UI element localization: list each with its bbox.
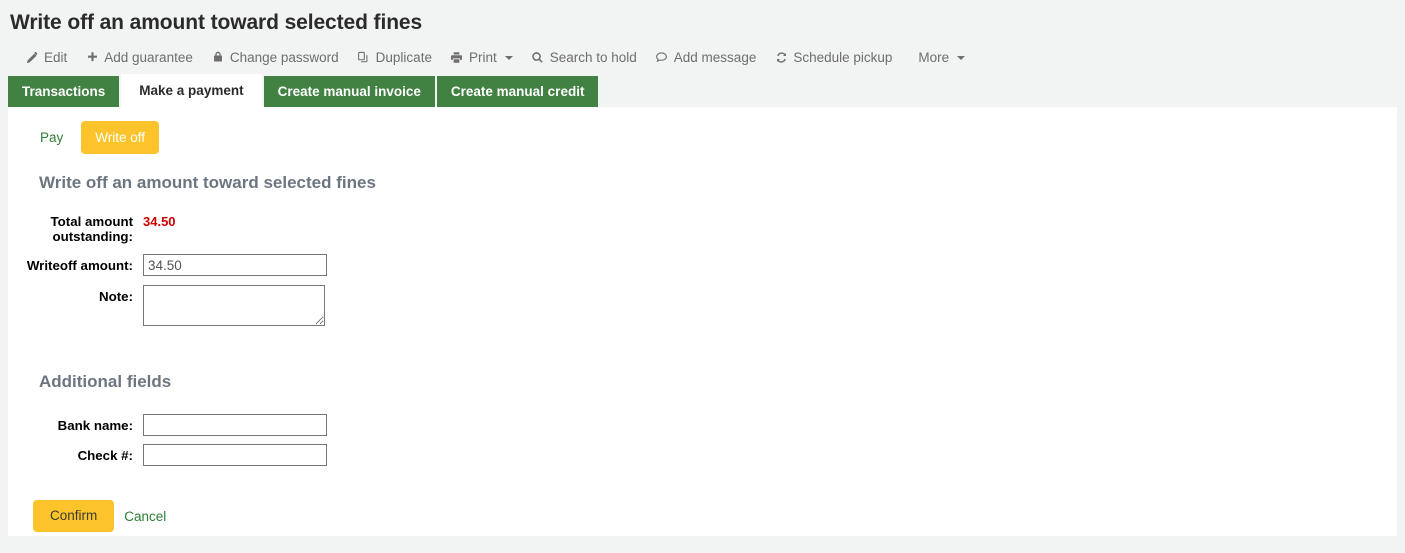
tab-create-manual-invoice[interactable]: Create manual invoice — [263, 76, 435, 107]
form-actions: Confirm Cancel — [33, 500, 1397, 532]
comment-icon — [655, 50, 669, 64]
confirm-button[interactable]: Confirm — [33, 500, 115, 532]
toolbar-button-schedule-pickup[interactable]: Schedule pickup — [765, 46, 901, 69]
toolbar-button-label: Add message — [673, 49, 757, 65]
refresh-icon — [774, 50, 788, 64]
subnav-write-off[interactable]: Write off — [81, 121, 160, 154]
writeoff-amount-label: Writeoff amount: — [26, 258, 133, 273]
toolbar-button-add-guarantee[interactable]: Add guarantee — [76, 46, 202, 69]
total-outstanding-value: 34.50 — [143, 214, 176, 229]
chevron-down-icon — [957, 56, 966, 60]
toolbar-button-change-password[interactable]: Change password — [202, 46, 348, 69]
pencil-icon — [25, 50, 39, 64]
payment-mode-nav: Pay Write off — [8, 107, 1397, 154]
additional-fields-form: Bank name: Check #: — [8, 414, 1397, 466]
toolbar-button-label: More — [918, 49, 950, 65]
toolbar-button-label: Add guarantee — [104, 49, 193, 65]
form-row-check-number: Check #: — [8, 444, 1397, 466]
cancel-link[interactable]: Cancel — [124, 509, 166, 524]
tab-make-a-payment[interactable]: Make a payment — [121, 74, 262, 108]
check-number-input[interactable] — [143, 444, 327, 466]
plus-icon — [85, 50, 99, 64]
tab-create-manual-credit[interactable]: Create manual credit — [436, 76, 599, 107]
bank-name-input[interactable] — [143, 414, 327, 436]
toolbar-button-search-to-hold[interactable]: Search to hold — [522, 46, 646, 69]
subnav-pay[interactable]: Pay — [26, 121, 77, 154]
form-row-bank-name: Bank name: — [8, 414, 1397, 436]
printer-icon — [450, 50, 464, 64]
page-title: Write off an amount toward selected fine… — [10, 11, 423, 34]
toolbar-button-add-message[interactable]: Add message — [646, 46, 766, 69]
content-panel: Pay Write off Write off an amount toward… — [8, 107, 1397, 536]
toolbar-button-label: Change password — [229, 49, 339, 65]
toolbar-button-duplicate[interactable]: Duplicate — [348, 46, 441, 69]
toolbar-button-edit[interactable]: Edit — [16, 46, 76, 69]
note-textarea[interactable] — [143, 285, 325, 326]
bank-name-label: Bank name: — [57, 418, 133, 433]
form-row-total-outstanding: Total amount outstanding: 34.50 — [8, 207, 1397, 244]
search-icon — [531, 50, 545, 64]
toolbar-button-label: Duplicate — [375, 49, 432, 65]
tab-transactions[interactable]: Transactions — [8, 76, 120, 107]
additional-fields-heading: Additional fields — [39, 372, 172, 391]
tab-bar: Transactions Make a payment Create manua… — [0, 74, 1405, 108]
toolbar-button-label: Schedule pickup — [793, 49, 893, 65]
form-row-writeoff-amount: Writeoff amount: — [8, 254, 1397, 276]
toolbar-button-label: Search to hold — [549, 49, 637, 65]
writeoff-form: Total amount outstanding: 34.50 Writeoff… — [8, 207, 1397, 326]
lock-icon — [211, 50, 225, 64]
toolbar-button-more[interactable]: More — [909, 46, 974, 69]
toolbar: Edit Add guarantee Change password Dupli… — [0, 37, 1405, 71]
form-row-note: Note: — [8, 285, 1397, 326]
writeoff-amount-input[interactable] — [143, 254, 327, 276]
chevron-down-icon — [504, 56, 513, 60]
writeoff-section-heading: Write off an amount toward selected fine… — [39, 173, 376, 192]
toolbar-button-label: Edit — [44, 49, 68, 65]
note-label: Note: — [99, 289, 133, 304]
copy-icon — [357, 50, 371, 64]
total-outstanding-label: Total amount outstanding: — [50, 214, 133, 244]
toolbar-button-print[interactable]: Print — [441, 46, 522, 69]
check-number-label: Check #: — [77, 448, 133, 463]
toolbar-button-label: Print — [468, 49, 497, 65]
